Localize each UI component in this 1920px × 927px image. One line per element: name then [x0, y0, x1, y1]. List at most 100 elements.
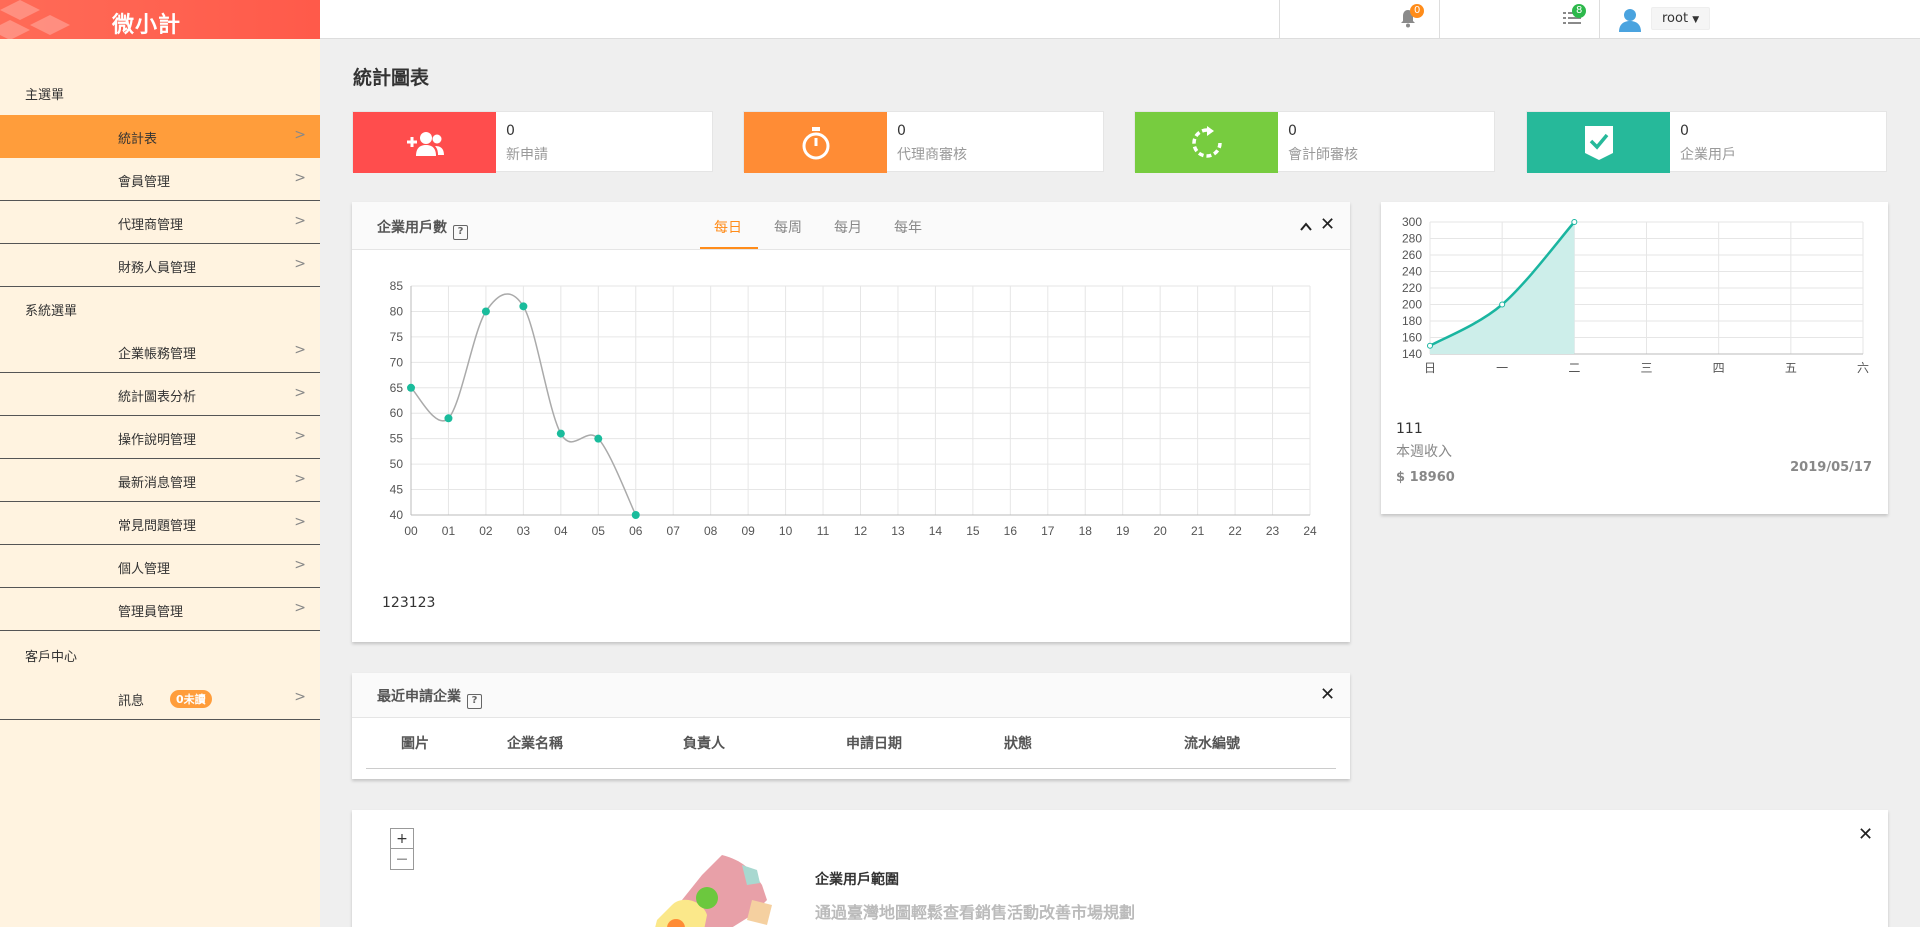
- stat-card-accountant-review[interactable]: 0 會計師審核: [1134, 111, 1495, 173]
- sidebar-item-statistics[interactable]: 統計表 >: [0, 115, 320, 158]
- x-tick-label: 09: [741, 524, 755, 538]
- y-tick-label: 200: [1402, 298, 1422, 312]
- chevron-right-icon: >: [294, 600, 306, 616]
- topbar-divider: [1439, 0, 1440, 39]
- y-tick-label: 85: [390, 279, 404, 293]
- column-header-serial-number[interactable]: 流水編號: [1184, 733, 1240, 753]
- sidebar-item-label: 財務人員管理: [118, 261, 197, 276]
- x-tick-label: 07: [667, 524, 681, 538]
- chart-footer-text: 123123: [382, 595, 436, 611]
- weekly-revenue-area-chart: 140 160 180 200 220 240 260 280 300 日 一 二 三 四 五 六: [1402, 215, 1869, 375]
- help-icon[interactable]: ?: [467, 694, 482, 709]
- x-tick-label: 14: [929, 524, 943, 538]
- y-tick-label: 50: [390, 457, 404, 471]
- data-point: [519, 302, 528, 311]
- data-point: [631, 511, 640, 519]
- y-tick-label: 300: [1402, 215, 1422, 229]
- recent-applications-panel: 最近申請企業? ✕ 圖片 企業名稱 負責人 申請日期 狀態 流水編號: [352, 673, 1350, 779]
- column-header-apply-date[interactable]: 申請日期: [846, 733, 902, 753]
- column-header-owner[interactable]: 負責人: [683, 733, 725, 753]
- column-header-image[interactable]: 圖片: [401, 733, 429, 753]
- x-tick-label: 16: [1004, 524, 1018, 538]
- chevron-right-icon: >: [294, 428, 306, 444]
- zoom-out-button[interactable]: —: [391, 849, 413, 869]
- sidebar-item-label: 統計圖表分析: [118, 390, 197, 405]
- x-tick-label: 15: [966, 524, 980, 538]
- stat-value: 0: [1288, 123, 1297, 139]
- chevron-right-icon: >: [294, 127, 306, 143]
- data-point: [1571, 219, 1578, 225]
- column-header-company-name[interactable]: 企業名稱: [507, 733, 563, 753]
- panel-title-text: 企業用戶數: [377, 220, 447, 236]
- caret-down-icon: ▼: [1692, 15, 1700, 25]
- y-tick-label: 60: [390, 406, 404, 420]
- sidebar-item-members[interactable]: 會員管理 >: [0, 158, 320, 201]
- x-tick-label: 六: [1857, 361, 1869, 375]
- close-icon[interactable]: ✕: [1858, 824, 1873, 845]
- map-panel: + — 企業用戶範圍 通過臺灣地圖輕鬆查看銷售活動改善市場規劃 ✕: [352, 810, 1888, 927]
- taiwan-map[interactable]: [632, 855, 782, 927]
- x-tick-label: 四: [1713, 361, 1725, 375]
- stat-value: 0: [1680, 123, 1689, 139]
- x-tick-label: 00: [404, 524, 418, 538]
- sidebar-item-admins[interactable]: 管理員管理 >: [0, 588, 320, 631]
- unread-badge: 0未讀: [170, 690, 212, 708]
- add-user-icon: [406, 131, 444, 156]
- x-tick-label: 20: [1153, 524, 1167, 538]
- sidebar-item-company-accounts[interactable]: 企業帳務管理 >: [0, 330, 320, 373]
- panel-title-text: 最近申請企業: [377, 689, 461, 705]
- tab-yearly[interactable]: 每年: [894, 217, 922, 237]
- sidebar-item-label: 操作說明管理: [118, 433, 197, 448]
- stat-card-enterprise-users[interactable]: 0 企業用戶: [1526, 111, 1887, 173]
- topbar-divider: [1279, 0, 1280, 39]
- data-point: [556, 429, 565, 438]
- sidebar-item-label: 常見問題管理: [118, 519, 197, 534]
- x-tick-label: 二: [1568, 361, 1580, 375]
- zoom-in-button[interactable]: +: [391, 829, 413, 849]
- chevron-right-icon: >: [294, 385, 306, 401]
- y-tick-label: 45: [390, 483, 404, 497]
- tab-monthly[interactable]: 每月: [834, 217, 862, 237]
- panel-header: 企業用戶數? 每日 每周 每月 每年 ✕: [352, 202, 1350, 250]
- x-tick-label: 21: [1191, 524, 1205, 538]
- tab-weekly[interactable]: 每周: [774, 217, 802, 237]
- stat-label: 企業用戶: [1680, 147, 1736, 163]
- stat-value: 0: [506, 123, 515, 139]
- sidebar-item-faq[interactable]: 常見問題管理 >: [0, 502, 320, 545]
- user-name: root: [1662, 11, 1689, 26]
- section-main-menu: 主選單: [25, 88, 65, 103]
- stat-card-new-applications[interactable]: 0 新申請: [352, 111, 713, 173]
- close-icon[interactable]: ✕: [1320, 214, 1335, 235]
- sidebar-item-personal[interactable]: 個人管理 >: [0, 545, 320, 588]
- stat-label: 會計師審核: [1288, 147, 1358, 163]
- column-header-status[interactable]: 狀態: [1004, 733, 1032, 753]
- user-dropdown[interactable]: root ▼: [1651, 7, 1711, 30]
- x-tick-label: 10: [779, 524, 793, 538]
- stat-label: 新申請: [506, 147, 548, 163]
- x-tick-label: 日: [1424, 361, 1436, 375]
- chevron-right-icon: >: [294, 514, 306, 530]
- tab-daily[interactable]: 每日: [714, 217, 742, 237]
- sidebar-item-instructions[interactable]: 操作說明管理 >: [0, 416, 320, 459]
- sidebar-item-messages[interactable]: 訊息 0未讀 >: [0, 677, 320, 720]
- active-tab-underline: [700, 247, 758, 249]
- table-header-divider: [366, 768, 1336, 769]
- sidebar-item-news[interactable]: 最新消息管理 >: [0, 459, 320, 502]
- collapse-icon[interactable]: [1300, 222, 1312, 231]
- sidebar-item-label: 管理員管理: [118, 605, 184, 620]
- close-icon[interactable]: ✕: [1320, 684, 1335, 705]
- x-tick-label: 24: [1303, 524, 1317, 538]
- sidebar-item-chart-analysis[interactable]: 統計圖表分析 >: [0, 373, 320, 416]
- revenue-amount: $ 18960: [1396, 470, 1455, 485]
- logo[interactable]: 微小計: [0, 0, 320, 39]
- data-point: [444, 414, 453, 423]
- y-tick-label: 280: [1402, 232, 1422, 246]
- stat-card-agent-review[interactable]: 0 代理商審核: [743, 111, 1104, 173]
- sidebar-item-finance-staff[interactable]: 財務人員管理 >: [0, 244, 320, 287]
- y-tick-label: 220: [1402, 281, 1422, 295]
- user-avatar-icon[interactable]: [1617, 6, 1643, 32]
- revenue-date: 2019/05/17: [1790, 460, 1872, 475]
- sidebar-item-agents[interactable]: 代理商管理 >: [0, 201, 320, 244]
- x-tick-label: 06: [629, 524, 643, 538]
- help-icon[interactable]: ?: [453, 225, 468, 240]
